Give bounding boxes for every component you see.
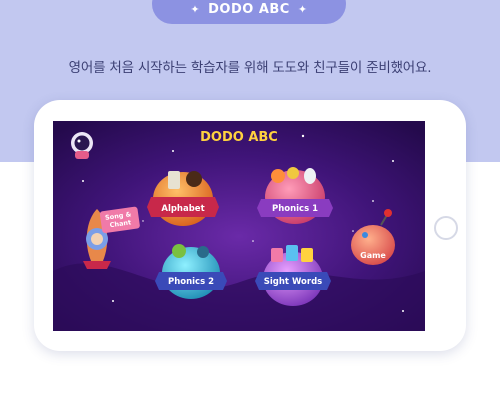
phonics2-label: Phonics 2 (168, 277, 214, 287)
phonics1-label: Phonics 1 (272, 204, 318, 214)
alphabet-label: Alphabet (161, 204, 204, 214)
tablet-frame: DODO ABC Alphabet Phonics 1 Song & Chant… (34, 100, 466, 351)
product-badge: ✦ DODO ABC ✦ (152, 0, 346, 24)
sight-words-label: Sight Words (264, 277, 322, 287)
app-screen: DODO ABC Alphabet Phonics 1 Song & Chant… (53, 121, 425, 331)
game-label: Game (360, 251, 386, 260)
app-logo: DODO ABC (200, 130, 278, 145)
tablet-home-button (434, 216, 458, 240)
product-badge-label: DODO ABC (208, 1, 290, 17)
sparkle-icon: ✦ (297, 2, 308, 16)
page-subtitle: 영어를 처음 시작하는 학습자를 위해 도도와 친구들이 준비했어요. (68, 60, 432, 76)
sparkle-icon: ✦ (190, 2, 201, 16)
app-home-illustration: DODO ABC Alphabet Phonics 1 Song & Chant… (53, 121, 425, 331)
joystick-icon (384, 209, 392, 217)
